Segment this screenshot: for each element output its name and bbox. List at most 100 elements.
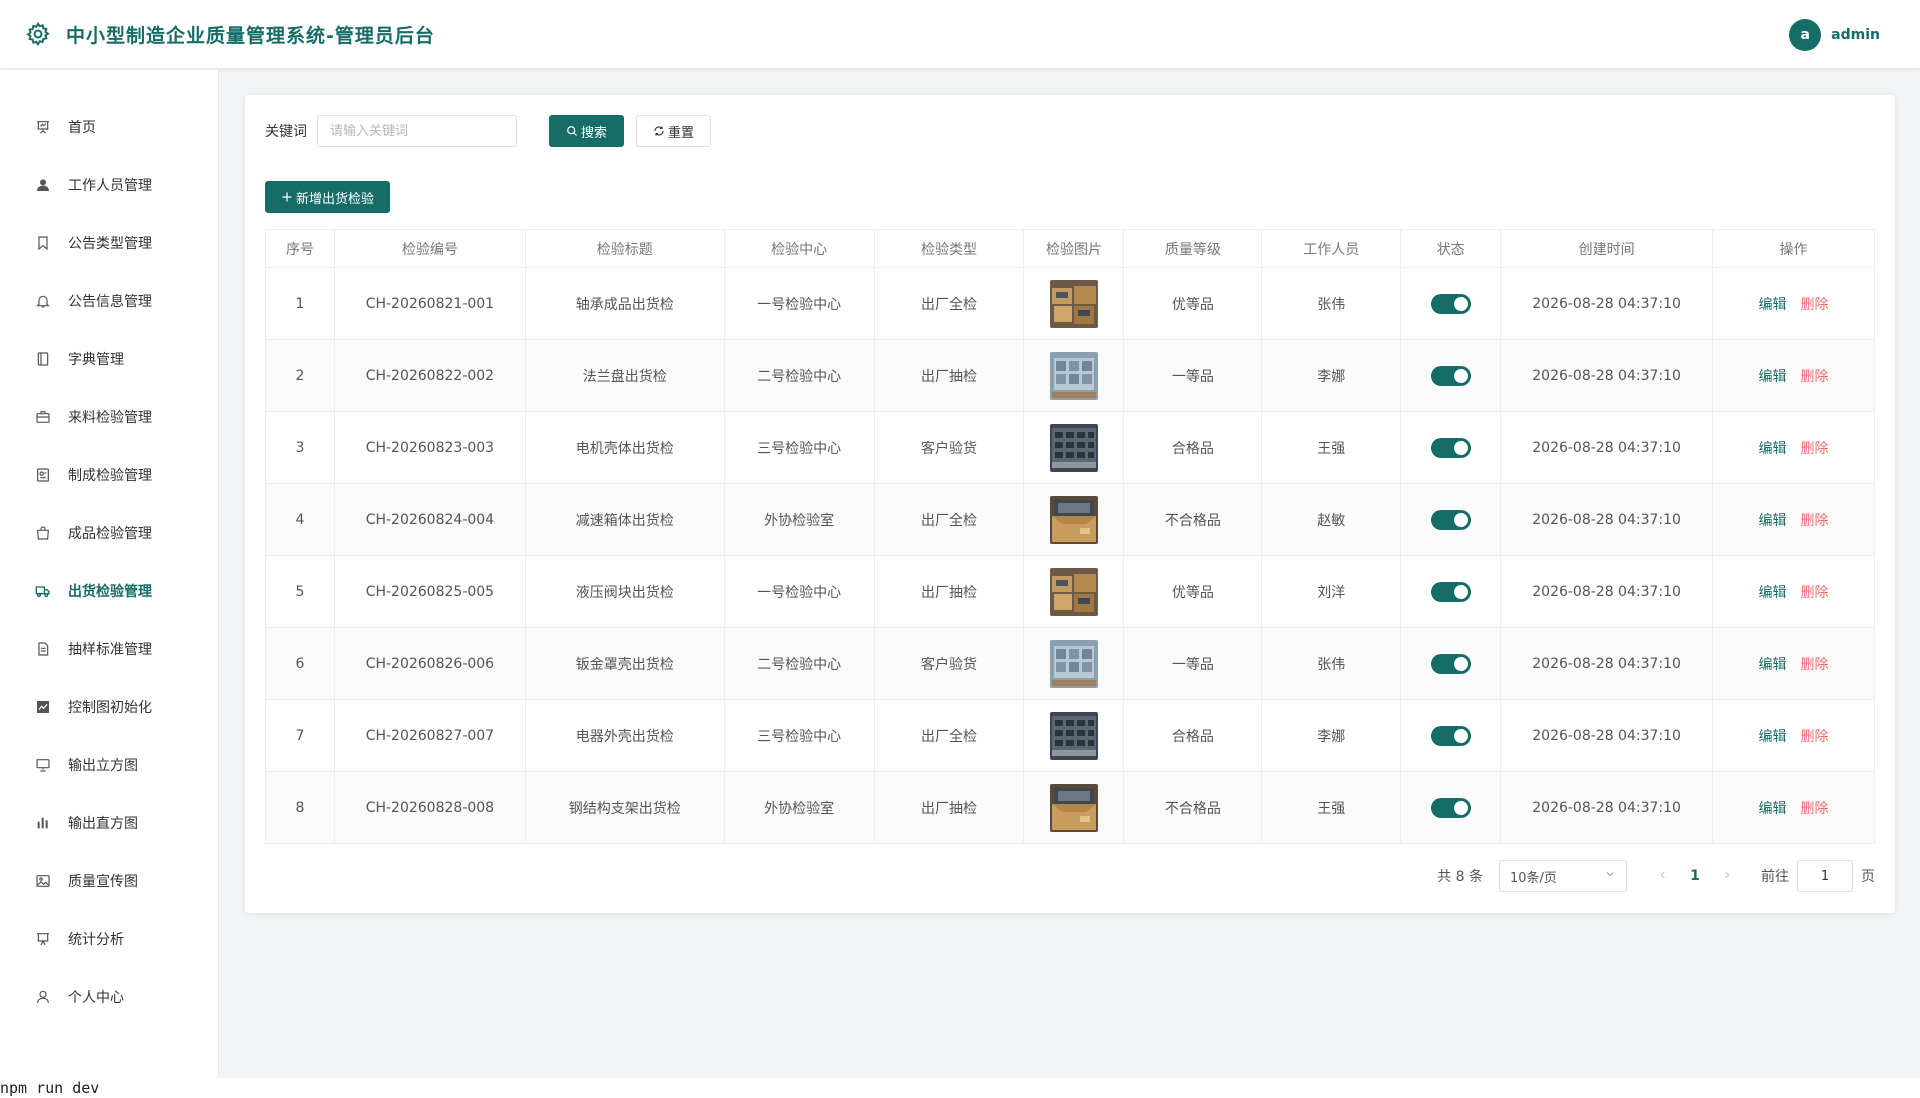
page-size-select[interactable]: 10条/页 xyxy=(1499,860,1627,892)
inspection-image[interactable] xyxy=(1049,567,1098,616)
total-count: 共 8 条 xyxy=(1437,869,1483,885)
user-outline-icon xyxy=(34,988,52,1006)
edit-button[interactable]: 编辑 xyxy=(1759,513,1787,529)
data-board-icon xyxy=(34,930,52,948)
search-icon xyxy=(566,125,578,137)
sidebar-item-8[interactable]: 出货检验管理 xyxy=(0,562,218,620)
edit-button[interactable]: 编辑 xyxy=(1759,369,1787,385)
sidebar-item-15[interactable]: 个人中心 xyxy=(0,968,218,1026)
sidebar-item-12[interactable]: 输出直方图 xyxy=(0,794,218,852)
status-toggle[interactable] xyxy=(1430,365,1471,386)
inspection-center: 一号检验中心 xyxy=(723,555,875,628)
row-number: 7 xyxy=(265,699,335,772)
edit-button[interactable]: 编辑 xyxy=(1759,585,1787,601)
delete-button[interactable]: 删除 xyxy=(1801,585,1829,601)
staff-name: 赵敏 xyxy=(1261,483,1402,556)
goto-page-input[interactable] xyxy=(1797,860,1853,892)
table-row: 1 CH-20260821-001 轴承成品出货检 一号检验中心 出厂全检 优等品 张伟 20… xyxy=(265,267,1875,340)
inspection-image[interactable] xyxy=(1049,639,1098,688)
briefcase-icon xyxy=(34,408,52,426)
delete-button[interactable]: 删除 xyxy=(1801,513,1829,529)
add-outbound-inspection-button[interactable]: 新增出货检验 xyxy=(265,181,391,213)
inspection-image[interactable] xyxy=(1049,495,1098,544)
bell-icon xyxy=(34,292,52,310)
inspection-table: 序号 检验编号 检验标题 检验中心 检验类型 检验图片 质量等级 工作人员 状态 创建时间 操作 1… xyxy=(265,229,1875,844)
table-row: 6 CH-20260826-006 钣金罩壳出货检 二号检验中心 客户验货 一等品 张伟 20… xyxy=(265,627,1875,700)
page-number[interactable]: 1 xyxy=(1677,868,1713,884)
created-time: 2026-08-28 04:37:10 xyxy=(1500,699,1714,772)
sidebar-item-7[interactable]: 成品检验管理 xyxy=(0,504,218,562)
column-header: 状态 xyxy=(1400,229,1502,268)
inspection-image[interactable] xyxy=(1049,279,1098,328)
sidebar-item-11[interactable]: 输出立方图 xyxy=(0,736,218,794)
sidebar-item-2[interactable]: 公告类型管理 xyxy=(0,214,218,272)
avatar[interactable]: a xyxy=(1789,19,1822,51)
delete-button[interactable]: 删除 xyxy=(1801,369,1829,385)
delete-button[interactable]: 删除 xyxy=(1801,297,1829,313)
prev-page-button[interactable] xyxy=(1649,868,1677,884)
user-name[interactable]: admin xyxy=(1831,27,1880,43)
status-toggle[interactable] xyxy=(1430,509,1471,530)
status-toggle[interactable] xyxy=(1430,653,1471,674)
quality-grade: 一等品 xyxy=(1123,627,1263,700)
inspection-image[interactable] xyxy=(1049,711,1098,760)
chevron-right-icon xyxy=(1725,871,1730,879)
edit-button[interactable]: 编辑 xyxy=(1759,729,1787,745)
monitor-icon xyxy=(34,756,52,774)
sidebar-item-1[interactable]: 工作人员管理 xyxy=(0,156,218,214)
inspection-image[interactable] xyxy=(1049,423,1098,472)
row-number: 4 xyxy=(265,483,335,556)
inspection-code: CH-20260826-006 xyxy=(333,627,526,700)
sidebar-item-label: 公告类型管理 xyxy=(68,236,152,252)
status-toggle[interactable] xyxy=(1430,725,1471,746)
status-toggle[interactable] xyxy=(1430,797,1471,818)
delete-button[interactable]: 删除 xyxy=(1801,801,1829,817)
sidebar-item-5[interactable]: 来料检验管理 xyxy=(0,388,218,446)
staff-name: 张伟 xyxy=(1261,627,1402,700)
delete-button[interactable]: 删除 xyxy=(1801,657,1829,673)
user-menu[interactable]: a admin xyxy=(1789,19,1880,51)
staff-name: 李娜 xyxy=(1261,339,1402,412)
reset-button[interactable]: 重置 xyxy=(636,115,712,147)
sidebar-item-13[interactable]: 质量宣传图 xyxy=(0,852,218,910)
truck-icon xyxy=(34,582,52,600)
keyword-label: 关键词 xyxy=(265,124,307,140)
sidebar-item-9[interactable]: 抽样标准管理 xyxy=(0,620,218,678)
inspection-title: 轴承成品出货检 xyxy=(524,267,725,340)
created-time: 2026-08-28 04:37:10 xyxy=(1500,339,1714,412)
sidebar-item-0[interactable]: 首页 xyxy=(0,98,218,156)
sidebar-item-3[interactable]: 公告信息管理 xyxy=(0,272,218,330)
goto-label: 前往 xyxy=(1761,869,1789,885)
delete-button[interactable]: 删除 xyxy=(1801,441,1829,457)
sidebar-item-4[interactable]: 字典管理 xyxy=(0,330,218,388)
inspection-image[interactable] xyxy=(1049,351,1098,400)
plus-icon xyxy=(281,191,293,203)
status-toggle[interactable] xyxy=(1430,581,1471,602)
search-row: 关键词 搜索 重置 xyxy=(265,115,712,147)
search-button[interactable]: 搜索 xyxy=(549,115,625,147)
column-header: 操作 xyxy=(1712,229,1875,268)
column-header: 工作人员 xyxy=(1261,229,1402,268)
created-time: 2026-08-28 04:37:10 xyxy=(1500,483,1714,556)
search-input[interactable] xyxy=(317,115,517,147)
delete-button[interactable]: 删除 xyxy=(1801,729,1829,745)
created-time: 2026-08-28 04:37:10 xyxy=(1500,267,1714,340)
sidebar-item-label: 字典管理 xyxy=(68,352,124,368)
sidebar-item-10[interactable]: 控制图初始化 xyxy=(0,678,218,736)
status-toggle[interactable] xyxy=(1430,293,1471,314)
quality-grade: 一等品 xyxy=(1123,339,1263,412)
column-header: 创建时间 xyxy=(1500,229,1714,268)
status-toggle[interactable] xyxy=(1430,437,1471,458)
row-number: 8 xyxy=(265,771,335,844)
quality-grade: 合格品 xyxy=(1123,411,1263,484)
sidebar-item-14[interactable]: 统计分析 xyxy=(0,910,218,968)
edit-button[interactable]: 编辑 xyxy=(1759,441,1787,457)
sidebar-item-label: 出货检验管理 xyxy=(68,584,152,600)
inspection-image[interactable] xyxy=(1049,783,1098,832)
edit-button[interactable]: 编辑 xyxy=(1759,657,1787,673)
edit-button[interactable]: 编辑 xyxy=(1759,801,1787,817)
next-page-button[interactable] xyxy=(1713,868,1741,884)
edit-button[interactable]: 编辑 xyxy=(1759,297,1787,313)
sidebar-item-6[interactable]: 制成检验管理 xyxy=(0,446,218,504)
refresh-icon xyxy=(653,125,665,137)
